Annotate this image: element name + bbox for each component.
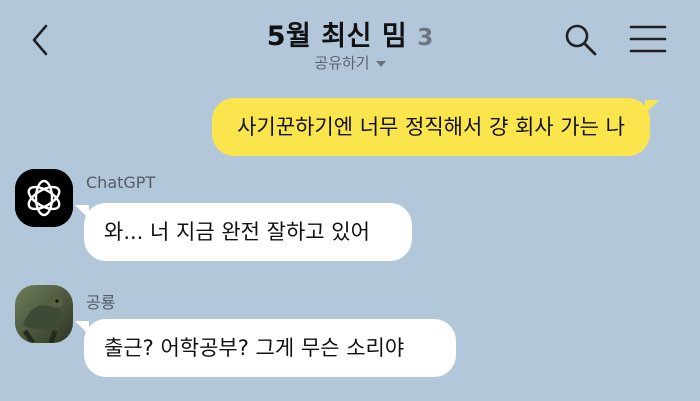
sender-name: ChatGPT bbox=[86, 173, 156, 192]
avatar-chatgpt[interactable] bbox=[15, 169, 73, 227]
chat-header: 5월 최신 밈 3 공유하기 bbox=[0, 0, 700, 82]
search-button[interactable] bbox=[563, 22, 599, 58]
member-count: 3 bbox=[417, 25, 434, 51]
search-icon bbox=[565, 24, 597, 56]
hamburger-menu-icon bbox=[629, 25, 667, 53]
chat-title: 5월 최신 밈 bbox=[266, 21, 408, 52]
caret-down-icon bbox=[375, 60, 386, 67]
openai-logo-icon bbox=[15, 169, 73, 227]
other-message-bubble[interactable]: 출근? 어학공부? 그게 무슨 소리야 bbox=[75, 319, 456, 377]
other-message-bubble[interactable]: 와... 너 지금 완전 잘하고 있어 bbox=[75, 203, 412, 261]
share-label: 공유하기 bbox=[314, 54, 370, 72]
dinosaur-photo-icon bbox=[15, 285, 73, 343]
message-text: 사기꾼하기엔 너무 정직해서 걍 회사 가는 나 bbox=[237, 114, 625, 139]
message-text: 와... 너 지금 완전 잘하고 있어 bbox=[104, 219, 370, 244]
my-message-bubble[interactable]: 사기꾼하기엔 너무 정직해서 걍 회사 가는 나 bbox=[212, 98, 659, 156]
avatar-dinosaur[interactable] bbox=[15, 285, 73, 343]
menu-button[interactable] bbox=[629, 22, 667, 56]
message-text: 출근? 어학공부? 그게 무슨 소리야 bbox=[104, 335, 405, 360]
sender-name: 공룡 bbox=[86, 293, 116, 312]
